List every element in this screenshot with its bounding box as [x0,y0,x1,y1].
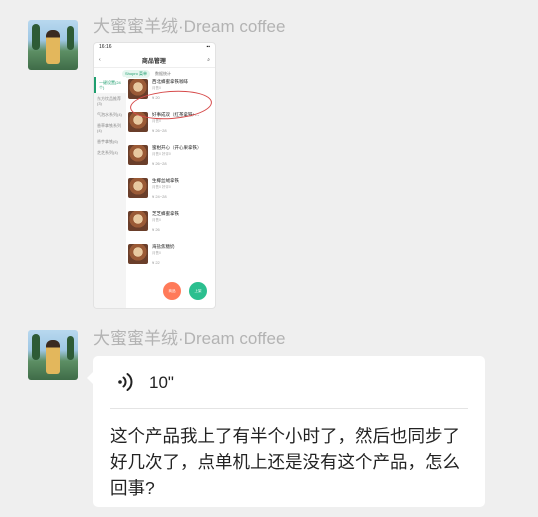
fab-button: 上架 [189,282,207,300]
sender-name: 大蜜蜜羊绒·Dream coffee [93,329,286,348]
product-row: 生椰丝绒拿铁 月售0 好评0 ¥ 24~28 [128,178,211,206]
search-icon: ⌕ [207,57,210,63]
phone-category: 一键设置(24个) [94,77,126,93]
sender-name: 大蜜蜜羊绒·Dream coffee [93,17,286,36]
phone-category: 香芋拿铁(6) [97,139,118,144]
product-row: 芝芝蜂蜜拿铁 月售0 ¥ 26 [128,211,211,239]
product-row: 海盐焦糖奶 月售0 ¥ 22 [128,244,211,272]
avatar[interactable] [28,330,78,380]
phone-category: 东方饮品推荐(3) [97,96,121,106]
product-thumbnail [128,145,148,165]
voice-wave-icon [118,373,133,391]
phone-status-bar: 16:16 ▪▪ [99,44,210,50]
avatar[interactable] [28,20,78,70]
chevron-left-icon: ‹ [99,57,101,63]
voice-message-bubble[interactable]: 10" 这个产品我上了有半个小时了，然后也同步了好几次了，点单机上还是没有这个产… [87,356,485,507]
voice-duration: 10" [149,373,174,392]
fab-button: 商品 [163,282,181,300]
product-row: 蜜柑开心（开心果拿铁） 月售0 好评0 ¥ 26~28 [128,145,211,173]
phone-category-sidebar: 一键设置(24个) 东方饮品推荐(3) 气泡水系列(4) 香草拿铁系列(4) 香… [94,77,126,308]
status-time: 16:16 [99,44,112,50]
phone-nav-bar: ‹ 商品管理 ⌕ [94,53,215,68]
phone-category: 香草拿铁系列(4) [97,123,121,133]
phone-category: 芝芝系列(4) [97,150,118,155]
phone-nav-title: 商品管理 [141,58,166,65]
product-thumbnail [128,244,148,264]
chat-message-image: 大蜜蜜羊绒·Dream coffee 16:16 ▪▪ ‹ 商品管理 ⌕ Sho… [0,0,538,320]
product-thumbnail [128,211,148,231]
phone-tab: Shopro 菜单 [122,69,151,78]
phone-tab: 数据统计 [155,70,172,76]
phone-category: 气泡水系列(4) [97,112,122,117]
shared-screenshot[interactable]: 16:16 ▪▪ ‹ 商品管理 ⌕ Shopro 菜单 数据统计 一键设置(24… [93,42,216,309]
product-thumbnail [128,178,148,198]
voice-transcript: 这个产品我上了有半个小时了，然后也同步了好几次了，点单机上还是没有这个产品，怎么… [110,426,460,498]
divider [110,408,468,409]
